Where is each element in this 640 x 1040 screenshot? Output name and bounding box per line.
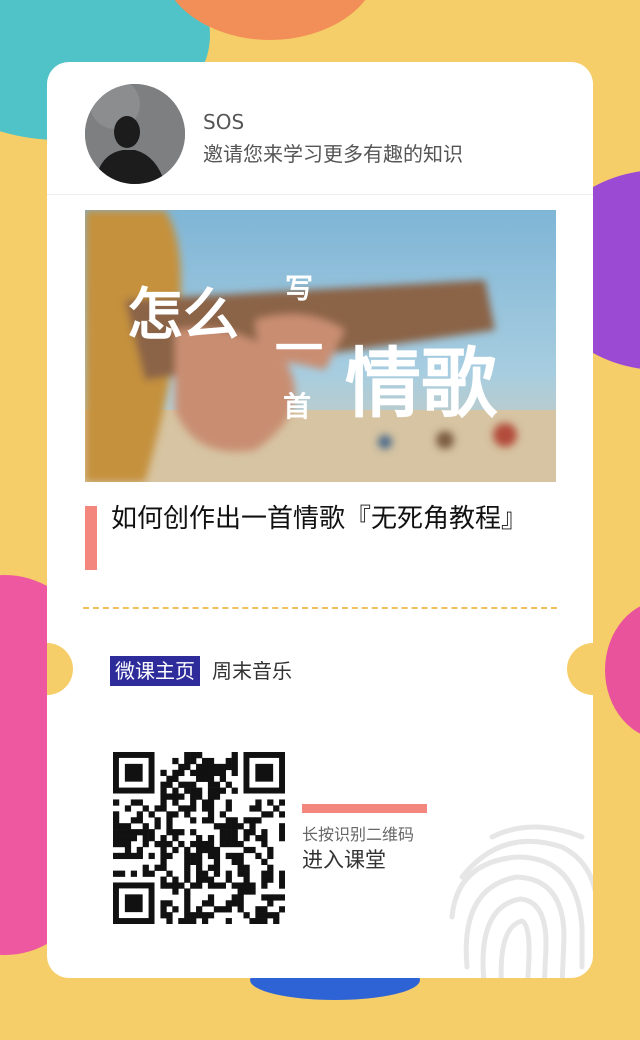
inviter-header: SOS 邀请您来学习更多有趣的知识 — [47, 62, 593, 195]
qr-action: 进入课堂 — [302, 848, 386, 872]
qr-code-icon — [113, 752, 286, 925]
cover-text-line1: 怎么 — [127, 283, 239, 348]
course-title[interactable]: 如何创作出一首情歌『无死角教程』 — [111, 500, 556, 538]
share-card: SOS 邀请您来学习更多有趣的知识 怎么 写 一 首 情歌 如何创作出一首情歌『… — [47, 62, 593, 978]
qr-hint: 长按识别二维码 — [302, 825, 415, 844]
course-title-block: 如何创作出一首情歌『无死角教程』 — [85, 500, 556, 570]
inviter-name: SOS — [203, 110, 245, 134]
brand-name: 周末音乐 — [212, 659, 292, 683]
cover-text-big: 情歌 — [345, 339, 498, 428]
bg-blob-pink-right — [605, 600, 640, 740]
fingerprint-icon — [449, 824, 593, 978]
cover-small-char-2: 一 — [275, 321, 323, 377]
qr-code[interactable] — [113, 752, 286, 925]
cover-small-char-1: 写 — [285, 272, 313, 305]
invite-message: 邀请您来学习更多有趣的知识 — [203, 142, 463, 166]
homepage-badge: 微课主页 — [110, 656, 200, 686]
avatar-silhouette-icon — [85, 84, 185, 184]
cover-small-char-3: 首 — [283, 390, 311, 423]
course-cover-image[interactable]: 怎么 写 一 首 情歌 — [85, 210, 556, 482]
ticket-notch-right — [567, 643, 593, 695]
qr-accent-bar — [302, 804, 427, 813]
ticket-notch-left — [47, 643, 73, 695]
avatar — [85, 84, 185, 184]
cover-photo: 怎么 写 一 首 情歌 — [85, 210, 556, 482]
title-accent-bar — [85, 506, 97, 570]
dashed-divider — [83, 607, 557, 609]
